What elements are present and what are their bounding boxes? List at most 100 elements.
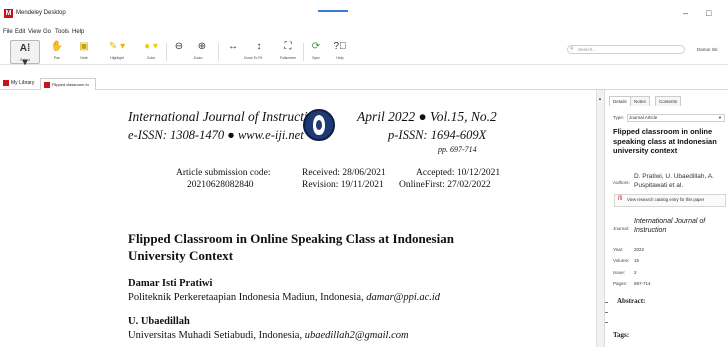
issue-value[interactable]: 2 — [634, 270, 637, 276]
document-title[interactable]: Flipped classroom in online speaking cla… — [613, 127, 725, 156]
note-tool-button[interactable]: ▣ Note — [72, 39, 96, 65]
menu-help[interactable]: Help — [72, 28, 84, 37]
mendeley-catalog-icon: ᗰ — [618, 196, 623, 202]
note-icon: ▣ — [79, 41, 89, 52]
select-label: Select — [20, 58, 30, 62]
journal-label: Journal: — [613, 226, 630, 231]
fit-width-icon: ↔ — [228, 41, 238, 52]
received-date: Received: 28/06/2021 — [302, 168, 386, 178]
tags-label: Tags: — [613, 331, 630, 339]
scroll-up-arrow-icon[interactable]: ▲ — [598, 96, 602, 101]
paper-title: Flipped Classroom in Online Speaking Cla… — [128, 231, 454, 263]
highlight-label: Highlight — [110, 56, 124, 60]
type-value: Journal Article — [629, 115, 658, 120]
authors-value[interactable]: D. Pratiwi, U. Ubaedillah, A. Puspitawat… — [634, 172, 726, 190]
tab-details[interactable]: Details — [609, 96, 631, 106]
online-first-date: OnlineFirst: 27/02/2022 — [399, 180, 491, 190]
author-email: damar@ppi.ac.id — [366, 292, 441, 303]
zoom-out-icon: ⊖ — [174, 41, 184, 52]
tab-label: My Library — [11, 80, 35, 86]
color-swatch-icon: ● ▾ — [144, 41, 158, 52]
submission-code: 20210628082840 — [187, 180, 254, 190]
zoom-to-fit-button[interactable]: ↕ Zoom To Fit — [244, 39, 268, 65]
fit-width-button[interactable]: ↔ — [224, 39, 242, 65]
tab-contents[interactable]: Contents — [655, 96, 682, 106]
help-label: Help — [336, 56, 344, 60]
library-icon — [3, 79, 9, 86]
issue-label: Issue: — [613, 270, 626, 275]
window-title: Mendeley Desktop — [16, 10, 66, 16]
select-tool-button[interactable]: A⁞ ▾ Select — [10, 40, 40, 68]
volume-label: Volume: — [613, 258, 630, 263]
tab-document[interactable]: Flipped classroom in onlin...x — [40, 78, 96, 100]
sync-label: Sync — [312, 56, 320, 60]
issue-info: April 2022 ● Vol.15, No.2 — [357, 109, 497, 124]
toolbar-separator — [303, 43, 304, 61]
volume-value[interactable]: 15 — [634, 258, 639, 264]
chevron-down-icon: ▼ — [718, 115, 722, 120]
catalog-link-label: View research catalog entry for this pap… — [627, 197, 705, 202]
note-label: Note — [80, 56, 88, 60]
zoom-to-fit-label: Zoom To Fit — [243, 56, 263, 60]
fullscreen-icon: ⛶ — [284, 41, 292, 52]
zoom-out-button[interactable]: ⊖ — [170, 39, 188, 65]
toolbar-separator — [218, 43, 219, 61]
tab-notes[interactable]: Notes — [630, 96, 650, 106]
maximize-button[interactable]: □ — [706, 8, 711, 18]
fit-height-icon: ↕ — [256, 41, 262, 52]
color-label: Color — [146, 56, 156, 60]
menu-go[interactable]: Go — [43, 28, 51, 37]
author-name: Damar Isti Pratiwi — [128, 278, 213, 289]
highlighter-icon: ✎ ▾ — [108, 41, 126, 52]
journal-logo-core — [316, 120, 322, 130]
menu-bar: File Edit View Go Tools Help — [0, 27, 728, 39]
journal-pissn: p-ISSN: 1694-609X — [388, 128, 487, 142]
sync-button[interactable]: ⟳ Sync — [307, 39, 325, 65]
pages-value[interactable]: 697-714 — [634, 281, 651, 287]
toolbar-separator — [166, 43, 167, 61]
journal-name: International Journal of Instruction — [128, 109, 322, 124]
vertical-scrollbar[interactable] — [596, 90, 604, 347]
title-bar — [0, 0, 728, 27]
panel-splitter-tick — [605, 312, 608, 313]
color-picker-button[interactable]: ● ▾ Color — [139, 39, 163, 65]
accepted-date: Accepted: 10/12/2021 — [416, 168, 501, 178]
panel-splitter-tick — [605, 302, 608, 303]
menu-edit[interactable]: Edit — [15, 28, 25, 37]
user-name[interactable]: Damar Isti — [697, 46, 718, 53]
highlight-tool-button[interactable]: ✎ ▾ Highlight — [101, 39, 133, 65]
hand-icon: ✋ — [50, 41, 64, 52]
fullscreen-button[interactable]: ⛶ Fullscreen — [276, 39, 300, 65]
author-affiliation: Universitas Muhadi Setiabudi, Indonesia,… — [128, 330, 409, 342]
menu-file[interactable]: File — [3, 28, 13, 37]
revision-date: Revision: 19/11/2021 — [302, 180, 384, 190]
author-email: ubaedillah2@gmail.com — [304, 330, 409, 341]
pan-tool-button[interactable]: ✋ Pan — [48, 39, 66, 65]
search-icon: ⚲ — [570, 46, 574, 52]
panel-splitter-tick — [605, 322, 608, 323]
help-icon: ?⃝ — [333, 41, 347, 52]
menu-view[interactable]: View — [28, 28, 41, 37]
zoom-in-icon: ⊕ — [197, 41, 207, 52]
pages-label: Pages: — [613, 281, 628, 286]
pan-label: Pan — [53, 56, 61, 60]
year-value[interactable]: 2022 — [634, 247, 644, 253]
submission-label: Article submission code: — [176, 168, 271, 178]
help-button[interactable]: ?⃝ Help — [331, 39, 349, 65]
authors-label: Authors: — [613, 180, 630, 185]
author-affiliation: Politeknik Perkeretaapian Indonesia Madi… — [128, 292, 440, 304]
menu-tools[interactable]: Tools — [55, 28, 69, 37]
zoom-label: Zoom — [193, 56, 203, 60]
tab-my-library[interactable]: My Library — [3, 78, 34, 90]
minimize-button[interactable]: – — [683, 8, 688, 18]
zoom-in-button[interactable]: ⊕ Zoom — [192, 39, 212, 65]
text-select-icon: A⁞ ▾ — [19, 43, 31, 68]
search-placeholder: Search... — [578, 47, 597, 52]
abstract-label: Abstract: — [617, 297, 646, 305]
fullscreen-label: Fullscreen — [279, 56, 297, 60]
type-label: Type: — [613, 115, 625, 120]
affiliation-text: Politeknik Perkeretaapian Indonesia Madi… — [128, 292, 367, 303]
journal-value[interactable]: International Journal of Instruction — [634, 217, 726, 235]
sync-icon: ⟳ — [311, 41, 321, 52]
title-drag-indicator — [318, 10, 348, 12]
